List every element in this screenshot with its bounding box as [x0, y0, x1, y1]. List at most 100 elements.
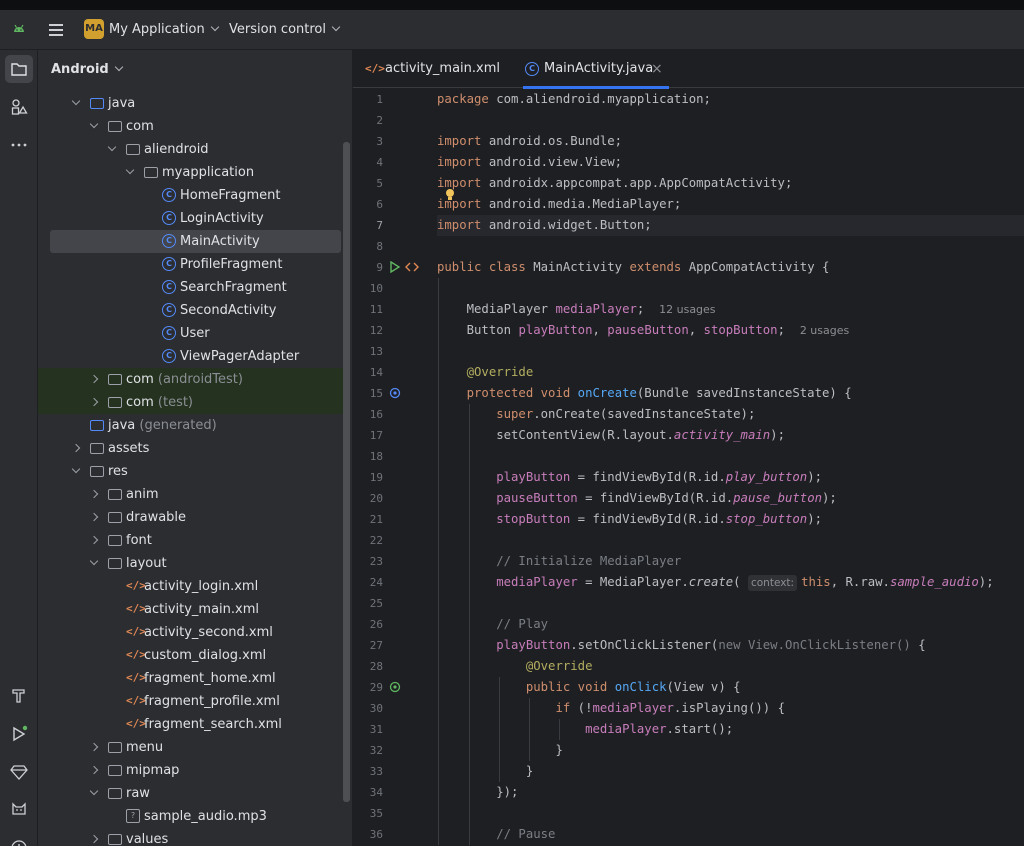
code-line[interactable]: }); — [437, 782, 518, 803]
chevron-right-icon[interactable] — [89, 374, 99, 384]
tree-item[interactable]: </> fragment_home.xml — [38, 667, 343, 690]
tree-item[interactable]: </> fragment_search.xml — [38, 713, 343, 736]
tree-item[interactable]: </> activity_main.xml — [38, 598, 343, 621]
code-line[interactable]: import android.view.View; — [437, 152, 622, 173]
chevron-right-icon[interactable] — [89, 765, 99, 775]
chevron-right-icon[interactable] — [89, 489, 99, 499]
tree-item[interactable]: java — [38, 92, 343, 115]
tree-item[interactable]: </> fragment_profile.xml — [38, 690, 343, 713]
tree-item[interactable]: C SecondActivity — [38, 299, 343, 322]
project-view-selector[interactable]: Android — [51, 62, 123, 77]
override-gutter-icon[interactable] — [389, 387, 401, 403]
code-line[interactable]: import android.media.MediaPlayer; — [437, 194, 681, 215]
close-icon[interactable]: × — [651, 50, 663, 88]
chevron-down-icon[interactable] — [71, 464, 81, 474]
code-line[interactable]: @Override — [437, 362, 534, 383]
tree-item[interactable]: com (test) — [38, 391, 343, 414]
tree-item[interactable]: C MainActivity — [50, 230, 341, 253]
code-line[interactable]: super.onCreate(savedInstanceState); — [437, 404, 755, 425]
code-line[interactable]: @Override — [437, 656, 593, 677]
code-line[interactable]: pauseButton = findViewById(R.id.pause_bu… — [437, 488, 837, 509]
code-line[interactable]: // Initialize MediaPlayer — [437, 551, 681, 572]
tree-item[interactable]: anim — [38, 483, 343, 506]
code-line[interactable]: mediaPlayer.start(); — [437, 719, 733, 740]
usages-hint[interactable]: 12 usages — [659, 303, 715, 316]
android-icon[interactable] — [12, 22, 26, 36]
chevron-right-icon[interactable] — [89, 535, 99, 545]
tree-item[interactable]: layout — [38, 552, 343, 575]
problems-tool-button[interactable] — [5, 834, 33, 846]
chevron-down-icon[interactable] — [89, 786, 99, 796]
tree-item[interactable]: raw — [38, 782, 343, 805]
gemini-tool-button[interactable] — [5, 758, 33, 786]
more-tools-button[interactable] — [5, 131, 33, 159]
project-scrollbar[interactable] — [343, 142, 350, 802]
chevron-right-icon[interactable] — [71, 443, 81, 453]
tree-item[interactable]: ? sample_audio.mp3 — [38, 805, 343, 828]
tree-item[interactable]: values — [38, 828, 343, 846]
code-line[interactable]: public void onClick(View v) { — [437, 677, 741, 698]
tree-item[interactable]: </> activity_login.xml — [38, 575, 343, 598]
project-selector[interactable]: My Application — [109, 22, 219, 37]
code-line[interactable]: // Play — [437, 614, 548, 635]
main-menu-icon[interactable] — [46, 20, 66, 40]
code-line[interactable]: protected void onCreate(Bundle savedInst… — [437, 383, 852, 404]
usages-hint[interactable]: 2 usages — [800, 324, 849, 337]
tree-item[interactable]: font — [38, 529, 343, 552]
tree-item[interactable]: menu — [38, 736, 343, 759]
code-line[interactable]: import android.widget.Button; — [437, 215, 1024, 236]
code-line[interactable]: Button playButton, pauseButton, stopButt… — [437, 320, 850, 341]
logcat-tool-button[interactable] — [5, 796, 33, 824]
tree-item[interactable]: com — [38, 115, 343, 138]
code-line[interactable]: package com.aliendroid.myapplication; — [437, 89, 711, 110]
tree-item[interactable]: assets — [38, 437, 343, 460]
tree-item[interactable]: </> activity_second.xml — [38, 621, 343, 644]
code-line[interactable]: MediaPlayer mediaPlayer; 12 usages — [437, 299, 716, 320]
code-line[interactable]: if (!mediaPlayer.isPlaying()) { — [437, 698, 785, 719]
tree-item[interactable]: mipmap — [38, 759, 343, 782]
tree-item[interactable]: com (androidTest) — [38, 368, 343, 391]
tree-item[interactable]: java (generated) — [38, 414, 343, 437]
code-line[interactable]: // Pause — [437, 824, 555, 845]
build-tool-button[interactable] — [5, 682, 33, 710]
tree-item[interactable]: </> custom_dialog.xml — [38, 644, 343, 667]
tree-item[interactable]: aliendroid — [38, 138, 343, 161]
version-control-menu[interactable]: Version control — [229, 22, 341, 37]
chevron-down-icon[interactable] — [125, 165, 135, 175]
code-line[interactable]: mediaPlayer = MediaPlayer.create( contex… — [437, 572, 994, 593]
tree-item[interactable]: myapplication — [38, 161, 343, 184]
layout-gutter-icon[interactable] — [405, 261, 419, 277]
code-line[interactable]: public class MainActivity extends AppCom… — [437, 257, 829, 278]
tree-item[interactable]: res — [38, 460, 343, 483]
tree-item[interactable]: drawable — [38, 506, 343, 529]
code-line[interactable]: playButton.setOnClickListener(new View.O… — [437, 635, 925, 656]
code-line[interactable]: import androidx.appcompat.app.AppCompatA… — [437, 173, 792, 194]
chevron-down-icon[interactable] — [89, 556, 99, 566]
code-line[interactable]: import android.os.Bundle; — [437, 131, 622, 152]
code-line[interactable]: playButton = findViewById(R.id.play_butt… — [437, 467, 822, 488]
chevron-right-icon[interactable] — [89, 834, 99, 844]
implement-gutter-icon[interactable] — [389, 681, 401, 697]
tab-mainactivity-java[interactable]: C MainActivity.java × — [523, 50, 669, 89]
run-tool-button[interactable] — [5, 720, 33, 748]
chevron-right-icon[interactable] — [89, 397, 99, 407]
tree-item[interactable]: C User — [38, 322, 343, 345]
run-gutter-icon[interactable] — [389, 260, 401, 277]
code-line[interactable]: } — [437, 761, 533, 782]
chevron-right-icon[interactable] — [89, 512, 99, 522]
project-badge[interactable]: MA — [84, 19, 104, 39]
chevron-right-icon[interactable] — [89, 742, 99, 752]
tree-item[interactable]: C LoginActivity — [38, 207, 343, 230]
tree-item[interactable]: C HomeFragment — [38, 184, 343, 207]
tree-item[interactable]: C SearchFragment — [38, 276, 343, 299]
resource-manager-button[interactable] — [5, 93, 33, 121]
code-line[interactable]: setContentView(R.layout.activity_main); — [437, 425, 785, 446]
project-tool-button[interactable] — [5, 55, 33, 83]
chevron-down-icon[interactable] — [107, 142, 117, 152]
tree-item[interactable]: C ProfileFragment — [38, 253, 343, 276]
code-area[interactable]: package com.aliendroid.myapplication; imp… — [437, 88, 1024, 846]
tree-item[interactable]: C ViewPagerAdapter — [38, 345, 343, 368]
chevron-down-icon[interactable] — [89, 119, 99, 129]
code-line[interactable]: stopButton = findViewById(R.id.stop_butt… — [437, 509, 822, 530]
lightbulb-icon[interactable] — [445, 188, 455, 205]
